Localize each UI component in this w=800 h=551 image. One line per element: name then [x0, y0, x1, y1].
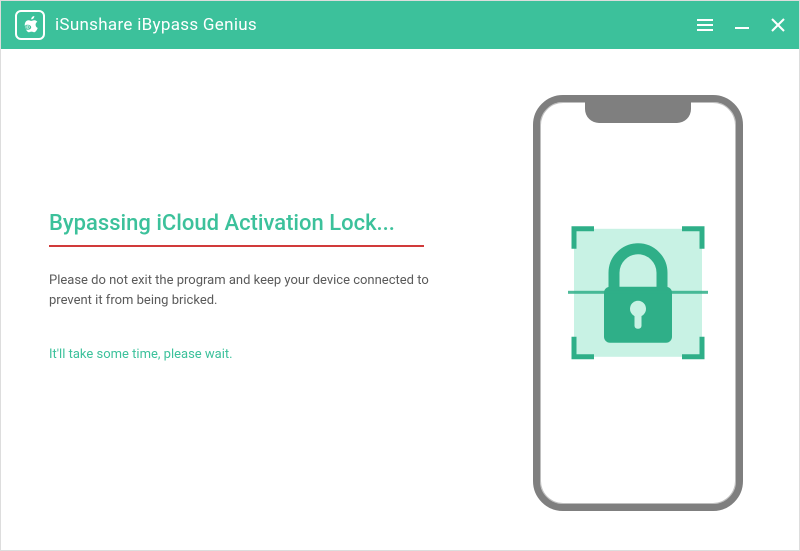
close-button[interactable] — [771, 18, 785, 32]
heading-underline — [49, 245, 424, 247]
phone-notch — [585, 101, 691, 123]
lock-scan-illustration — [558, 213, 718, 377]
phone-illustration — [533, 95, 743, 511]
titlebar: ID iSunshare iBypass Genius — [1, 1, 799, 49]
status-heading: Bypassing iCloud Activation Lock... — [49, 211, 395, 236]
content-area: Bypassing iCloud Activation Lock... Plea… — [1, 49, 799, 550]
status-description: Please do not exit the program and keep … — [49, 271, 449, 311]
minimize-icon — [735, 18, 749, 32]
close-icon — [771, 18, 785, 32]
svg-text:ID: ID — [25, 25, 29, 30]
wait-message: It'll take some time, please wait. — [49, 347, 233, 362]
menu-button[interactable] — [697, 19, 713, 31]
window-controls — [697, 18, 785, 32]
app-title: iSunshare iBypass Genius — [55, 15, 257, 35]
minimize-button[interactable] — [735, 18, 749, 32]
menu-icon — [697, 19, 713, 31]
scan-line — [568, 291, 708, 294]
app-logo-icon: ID — [15, 10, 45, 40]
